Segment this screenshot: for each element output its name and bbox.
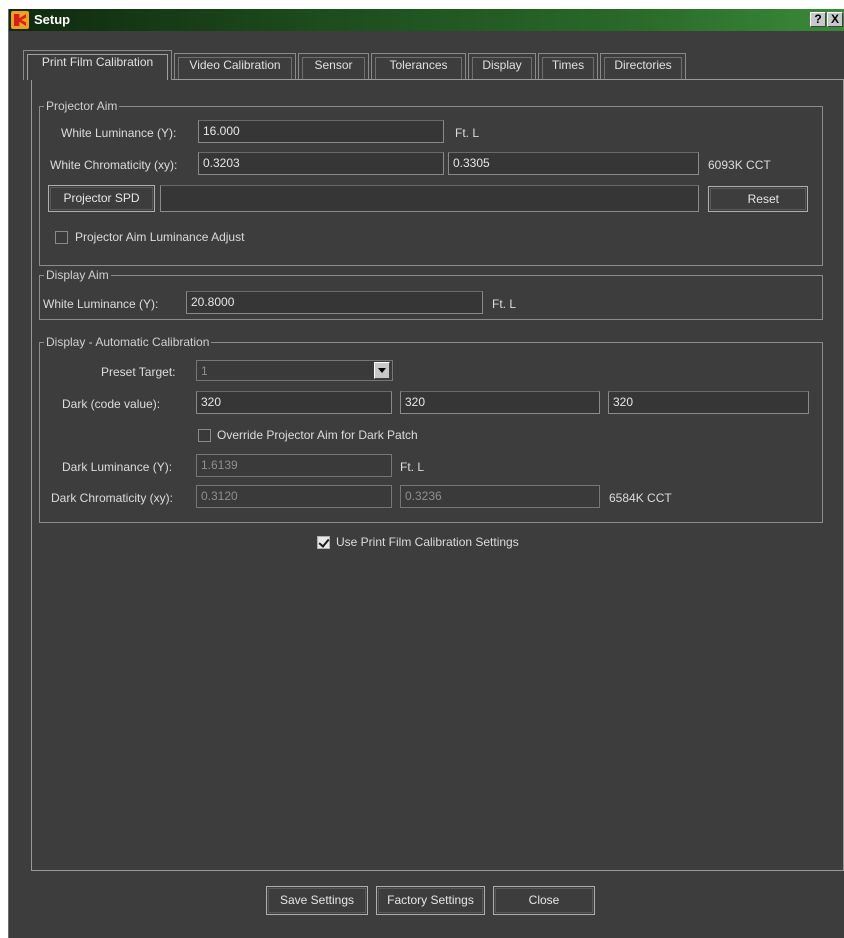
dark-code-blue-input[interactable]: 320 [608,391,809,414]
tab-sensor[interactable]: Sensor [298,53,369,79]
tab-label: Tolerances [389,58,448,72]
tab-video-calibration[interactable]: Video Calibration [174,53,296,79]
use-print-film-checkbox[interactable] [317,536,330,549]
preset-target-select[interactable]: 1 [196,360,393,381]
tab-tolerances[interactable]: Tolerances [371,53,466,79]
tab-display[interactable]: Display [468,53,536,79]
setup-window: Setup ? X Print Film Calibration Video C… [8,9,844,938]
use-print-film-label: Use Print Film Calibration Settings [336,535,519,549]
tab-label: Sensor [314,58,353,72]
chromaticity-y-input[interactable]: 0.3305 [448,152,699,175]
display-white-luminance-input[interactable]: 20.8000 [186,291,483,314]
dark-chromaticity-y-input[interactable]: 0.3236 [400,485,600,508]
display-white-luminance-label: White Luminance (Y): [43,297,159,311]
save-settings-button[interactable]: Save Settings [266,886,368,915]
close-button[interactable]: Close [493,886,595,915]
title-bar[interactable]: Setup ? X [9,9,844,31]
dark-luminance-unit: Ft. L [400,460,425,474]
projector-spd-button[interactable]: Projector SPD [48,185,155,212]
dark-code-label: Dark (code value): [62,397,161,411]
chromaticity-x-input[interactable]: 0.3203 [198,152,444,175]
tab-label: Print Film Calibration [41,55,154,69]
chevron-down-icon[interactable] [374,362,390,379]
override-aim-checkbox[interactable] [198,429,211,442]
reset-button-label: Reset [747,192,779,206]
white-luminance-input[interactable]: 16.000 [198,120,444,143]
close-window-button[interactable]: X [827,12,843,27]
tab-label: Display [482,58,522,72]
dark-code-green-input[interactable]: 320 [400,391,600,414]
override-aim-label: Override Projector Aim for Dark Patch [217,428,418,442]
group-title: Projector Aim [44,99,120,113]
projector-spd-path-input[interactable] [160,185,699,212]
group-title: Display - Automatic Calibration [44,335,212,349]
help-button[interactable]: ? [810,12,826,27]
luminance-adjust-label: Projector Aim Luminance Adjust [75,230,245,244]
white-luminance-unit: Ft. L [455,126,480,140]
dark-chromaticity-label: Dark Chromaticity (xy): [51,491,174,505]
preset-target-label: Preset Target: [101,365,176,379]
display-white-luminance-unit: Ft. L [492,297,517,311]
dark-code-red-input[interactable]: 320 [196,391,392,414]
factory-settings-label: Factory Settings [387,893,474,907]
dark-chromaticity-x-input[interactable]: 0.3120 [196,485,392,508]
dark-cct-value: 6584K CCT [609,491,672,505]
tab-label: Directories [614,58,672,72]
white-luminance-label: White Luminance (Y): [61,126,177,140]
kodak-logo-icon [11,11,29,29]
dark-luminance-label: Dark Luminance (Y): [62,460,173,474]
tab-label: Times [551,58,585,72]
luminance-adjust-checkbox[interactable] [55,231,68,244]
group-title: Display Aim [44,268,111,282]
tab-directories[interactable]: Directories [600,53,686,79]
dark-luminance-input[interactable]: 1.6139 [196,454,392,477]
reset-button[interactable]: Reset [708,186,808,212]
save-settings-label: Save Settings [279,893,355,907]
cct-value: 6093K CCT [708,158,771,172]
factory-settings-button[interactable]: Factory Settings [376,886,485,915]
tab-times[interactable]: Times [538,53,598,79]
close-label: Close [528,893,560,907]
white-chromaticity-label: White Chromaticity (xy): [50,158,178,172]
tab-print-film-calibration[interactable]: Print Film Calibration [23,50,172,80]
projector-spd-button-label: Projector SPD [63,191,140,205]
tab-label: Video Calibration [189,58,281,72]
window-title: Setup [34,12,71,27]
